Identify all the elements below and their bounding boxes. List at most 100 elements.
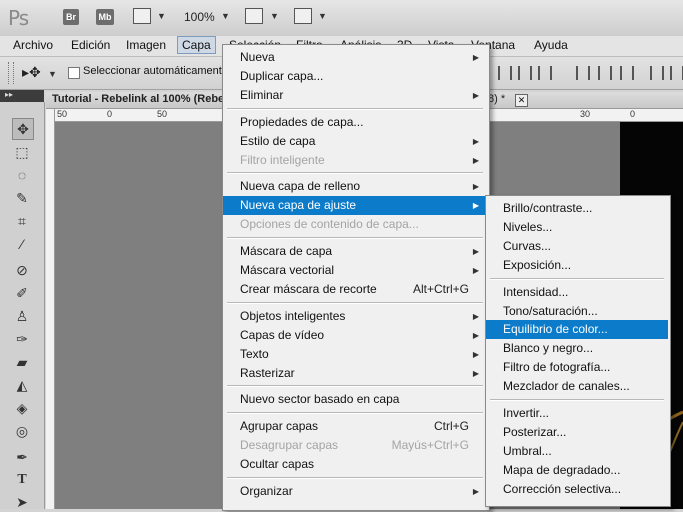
menu-item-objetos-inteligentes[interactable]: Objetos inteligentes ▶ — [223, 307, 487, 326]
menu-item-label: Rasterizar — [240, 365, 295, 380]
path-selection-tool-icon[interactable]: ➤ — [12, 492, 32, 512]
align-icon[interactable] — [538, 66, 552, 80]
menu-item-mascara-vectorial[interactable]: Máscara vectorial ▶ — [223, 261, 487, 280]
chevron-down-icon[interactable]: ▼ — [48, 69, 57, 79]
menu-item-eliminar[interactable]: Eliminar ▶ — [223, 86, 487, 105]
menu-item-capas-de-video[interactable]: Capas de vídeo ▶ — [223, 326, 487, 345]
menu-item-agrupar-capas[interactable]: Agrupar capas Ctrl+G — [223, 417, 487, 436]
marquee-tool-icon[interactable]: ⬚ — [12, 142, 32, 162]
ruler-tick: 50 — [157, 109, 168, 119]
menu-item-nuevo-sector-basado-en-capa[interactable]: Nuevo sector basado en capa — [223, 390, 487, 409]
submenu-arrow-icon: ▶ — [472, 182, 479, 192]
ruler-tick: 0 — [630, 109, 636, 119]
menu-item-duplicar-capa[interactable]: Duplicar capa... — [223, 67, 487, 86]
submenu-arrow-icon: ▶ — [472, 349, 479, 359]
menu-ayuda[interactable]: Ayuda — [530, 37, 572, 53]
menu-item-estilo-de-capa[interactable]: Estilo de capa ▶ — [223, 132, 487, 151]
eraser-tool-icon[interactable]: ▰ — [12, 352, 32, 372]
distribute-icon[interactable] — [620, 66, 634, 80]
menu-item-posterizar[interactable]: Posterizar... — [486, 423, 668, 442]
paint-bucket-tool-icon[interactable]: ◭ — [12, 375, 32, 395]
crop-tool-icon[interactable]: ⌗ — [12, 211, 32, 231]
menu-item-label: Objetos inteligentes — [240, 308, 346, 323]
align-icon[interactable] — [498, 66, 512, 80]
screen-mode-icon[interactable] — [294, 8, 312, 24]
bridge-button[interactable]: Br — [63, 9, 79, 25]
menu-item-label: Niveles... — [503, 219, 553, 234]
menu-item-propiedades-de-capa[interactable]: Propiedades de capa... — [223, 113, 487, 132]
extras-icon[interactable] — [133, 8, 151, 24]
menu-item-blanco-y-negro[interactable]: Blanco y negro... — [486, 339, 668, 358]
menu-item-mapa-de-degradado[interactable]: Mapa de degradado... — [486, 461, 668, 480]
distribute-icon[interactable] — [670, 66, 683, 80]
chevron-down-icon[interactable]: ▼ — [221, 11, 230, 21]
menu-item-label: Organizar — [240, 484, 293, 498]
menu-imagen[interactable]: Imagen — [122, 37, 170, 53]
eyedropper-tool-icon[interactable]: ⁄ — [12, 234, 32, 254]
healing-brush-tool-icon[interactable]: ⊘ — [12, 260, 32, 280]
quick-selection-tool-icon[interactable]: ✎ — [12, 188, 32, 208]
arrange-documents-icon[interactable] — [245, 8, 263, 24]
menu-item-exposicion[interactable]: Exposición... — [486, 256, 668, 275]
brush-tool-icon[interactable]: ✐ — [12, 283, 32, 303]
menu-item-crear-mascara-de-recorte[interactable]: Crear máscara de recorte Alt+Ctrl+G — [223, 280, 487, 299]
menu-item-niveles[interactable]: Niveles... — [486, 218, 668, 237]
menu-item-label: Brillo/contraste... — [503, 201, 593, 215]
menu-item-ocultar-capas[interactable]: Ocultar capas — [223, 455, 487, 474]
move-tool-icon[interactable]: ▸✥ — [22, 64, 41, 81]
distribute-icon[interactable] — [576, 66, 590, 80]
clone-stamp-tool-icon[interactable]: ♙ — [12, 306, 32, 326]
submenu-arrow-icon: ▶ — [472, 201, 479, 211]
auto-select-checkbox[interactable] — [68, 67, 80, 79]
menu-capa[interactable]: Capa — [177, 36, 216, 54]
menu-item-shortcut: Ctrl+G — [433, 419, 469, 434]
menu-archivo[interactable]: Archivo — [9, 37, 57, 53]
menu-item-filtro-de-fotografia[interactable]: Filtro de fotografía... — [486, 358, 668, 377]
menu-item-label: Corrección selectiva... — [503, 481, 622, 496]
capa-menu: Nueva ▶ Duplicar capa... Eliminar ▶ Propiedad… — [222, 44, 490, 511]
distribute-icon[interactable] — [650, 66, 664, 80]
menu-item-curvas[interactable]: Curvas... — [486, 237, 668, 256]
align-icon[interactable] — [518, 66, 532, 80]
menu-item-nueva-capa-de-ajuste[interactable]: Nueva capa de ajuste ▶ — [223, 196, 487, 216]
menu-item-intensidad[interactable]: Intensidad... — [486, 283, 668, 302]
move-tool-icon[interactable]: ✥ — [12, 118, 34, 140]
distribute-icon[interactable] — [598, 66, 612, 80]
zoom-level[interactable]: 100% — [184, 10, 215, 24]
dodge-tool-icon[interactable]: ◎ — [12, 421, 32, 441]
vertical-ruler[interactable] — [46, 109, 55, 509]
menu-item-label: Propiedades de capa... — [240, 114, 364, 129]
drag-handle[interactable] — [8, 62, 14, 84]
menu-item-invertir[interactable]: Invertir... — [486, 404, 668, 423]
chevron-down-icon[interactable]: ▼ — [270, 11, 279, 21]
blur-tool-icon[interactable]: ◈ — [12, 398, 32, 418]
menu-separator — [227, 385, 483, 388]
menu-item-texto[interactable]: Texto ▶ — [223, 345, 487, 364]
menu-item-brillo-contraste[interactable]: Brillo/contraste... — [486, 199, 668, 218]
document-tab-title[interactable]: Tutorial - Rebelink al 100% (Rebe — [52, 93, 224, 105]
menu-item-correccion-selectiva[interactable]: Corrección selectiva... — [486, 480, 668, 499]
menu-item-umbral[interactable]: Umbral... — [486, 442, 668, 461]
chevron-down-icon[interactable]: ▼ — [157, 11, 166, 21]
menu-item-label: Nuevo sector basado en capa — [240, 392, 400, 407]
menu-item-nueva[interactable]: Nueva ▶ — [223, 48, 487, 67]
menu-item-nueva-capa-de-relleno[interactable]: Nueva capa de relleno ▶ — [223, 177, 487, 196]
menu-item-tono-saturacion[interactable]: Tono/saturación... — [486, 302, 668, 321]
submenu-arrow-icon: ▶ — [472, 53, 479, 62]
chevron-down-icon[interactable]: ▼ — [318, 11, 327, 21]
menu-edicion[interactable]: Edición — [67, 37, 114, 53]
collapse-icon[interactable]: ▸▸ — [5, 90, 13, 99]
menu-item-rasterizar[interactable]: Rasterizar ▶ — [223, 364, 487, 383]
menu-item-opciones-de-contenido-de-capa: Opciones de contenido de capa... — [223, 215, 487, 234]
pen-tool-icon[interactable]: ✒ — [12, 447, 32, 467]
menu-item-mascara-de-capa[interactable]: Máscara de capa ▶ — [223, 242, 487, 261]
close-icon[interactable]: ✕ — [515, 94, 528, 107]
mini-bridge-button[interactable]: Mb — [96, 9, 114, 25]
menu-item-equilibrio-de-color[interactable]: Equilibrio de color... — [486, 320, 668, 340]
type-tool-icon[interactable]: T — [12, 470, 32, 490]
menu-item-mezclador-de-canales[interactable]: Mezclador de canales... — [486, 377, 668, 396]
lasso-tool-icon[interactable]: ◌ — [12, 165, 32, 185]
history-brush-tool-icon[interactable]: ✑ — [12, 329, 32, 349]
menu-separator — [227, 237, 483, 240]
menu-item-organizar[interactable]: Organizar ▶ — [223, 482, 487, 501]
